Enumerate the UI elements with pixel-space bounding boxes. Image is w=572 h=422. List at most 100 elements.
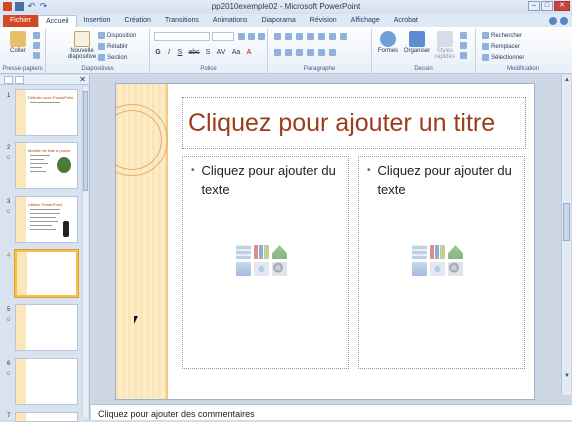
tab-review[interactable]: Révision — [303, 15, 344, 27]
insert-smartart-icon[interactable] — [448, 245, 463, 259]
thumbnail-image-icon — [57, 157, 71, 173]
slide-thumbnail-4[interactable] — [15, 250, 78, 297]
minimize-ribbon-icon[interactable] — [549, 17, 557, 25]
insert-picture-icon[interactable] — [236, 262, 251, 276]
grow-font-icon[interactable] — [238, 33, 245, 40]
paste-button[interactable]: Coller — [6, 31, 30, 54]
insert-clipart-icon[interactable] — [430, 262, 445, 276]
tab-acrobat[interactable]: Acrobat — [387, 15, 425, 27]
select-label: Sélectionner — [491, 54, 525, 61]
format-painter-icon[interactable] — [33, 52, 40, 59]
reset-button[interactable]: Rétablir — [98, 43, 128, 50]
decrease-indent-icon[interactable] — [296, 33, 303, 40]
insert-smartart-icon[interactable] — [272, 245, 287, 259]
animation-star-icon: ✩ — [6, 209, 12, 215]
insert-media-icon[interactable] — [272, 262, 287, 276]
tab-insert[interactable]: Insertion — [77, 15, 118, 27]
tab-home[interactable]: Accueil — [38, 15, 77, 27]
smartart-convert-icon[interactable] — [329, 49, 336, 56]
italic-button[interactable]: I — [165, 49, 173, 56]
font-size-select[interactable] — [212, 32, 234, 41]
find-button[interactable]: Rechercher — [482, 32, 522, 39]
tab-design[interactable]: Création — [117, 15, 157, 27]
align-left-icon[interactable] — [274, 49, 281, 56]
tab-transitions[interactable]: Transitions — [158, 15, 206, 27]
section-button[interactable]: Section — [98, 54, 127, 61]
columns-icon[interactable] — [329, 33, 336, 40]
char-spacing-button[interactable]: AV — [215, 49, 227, 56]
bold-button[interactable]: G — [154, 49, 162, 56]
notes-pane[interactable]: Cliquez pour ajouter des commentaires — [91, 404, 572, 420]
animation-star-icon: ✩ — [6, 155, 12, 161]
maximize-button[interactable]: □ — [541, 1, 553, 11]
new-slide-button[interactable]: Nouvelle diapositive — [62, 31, 102, 60]
text-direction-icon[interactable] — [340, 33, 347, 40]
title-placeholder[interactable]: Cliquez pour ajouter un titre — [182, 97, 526, 149]
slide-thumbnail-7[interactable] — [15, 412, 78, 422]
tab-animations[interactable]: Animations — [206, 15, 255, 27]
slides-pane-scrollbar[interactable] — [82, 87, 88, 417]
copy-icon[interactable] — [33, 42, 40, 49]
select-button[interactable]: Sélectionner — [482, 54, 524, 61]
shape-fill-icon[interactable] — [460, 32, 467, 39]
close-button[interactable]: ✕ — [554, 1, 570, 11]
content-placeholder-text: Cliquez pour ajouter du texte — [377, 163, 512, 197]
insert-content-icons — [412, 245, 468, 276]
line-spacing-icon[interactable] — [318, 33, 325, 40]
arrange-button[interactable]: Organiser — [402, 31, 432, 54]
insert-chart-icon[interactable] — [254, 245, 269, 259]
bullets-icon[interactable] — [274, 33, 281, 40]
group-font: G I S abc S AV Aa A Police — [150, 29, 268, 73]
scroll-down-icon[interactable]: ▼ — [563, 373, 571, 381]
align-right-icon[interactable] — [296, 49, 303, 56]
shape-outline-icon[interactable] — [460, 42, 467, 49]
cut-icon[interactable] — [33, 32, 40, 39]
tab-slideshow[interactable]: Diaporama — [255, 15, 303, 27]
shape-effects-icon[interactable] — [460, 52, 467, 59]
align-center-icon[interactable] — [285, 49, 292, 56]
insert-media-icon[interactable] — [448, 262, 463, 276]
slides-tab[interactable] — [4, 76, 13, 84]
clear-format-icon[interactable] — [258, 33, 265, 40]
shapes-button[interactable]: Formes — [376, 31, 400, 54]
shrink-font-icon[interactable] — [248, 33, 255, 40]
tab-file[interactable]: Fichier — [3, 15, 39, 27]
shapes-label: Formes — [377, 48, 399, 54]
slide-canvas[interactable]: Cliquez pour ajouter un titre • Cliquez … — [115, 83, 535, 400]
layout-button[interactable]: Disposition — [98, 32, 136, 39]
quick-styles-button[interactable]: Styles rapides — [432, 31, 458, 60]
slide-thumbnail-6[interactable] — [15, 358, 78, 405]
underline-button[interactable]: S — [176, 49, 184, 56]
insert-clipart-icon[interactable] — [254, 262, 269, 276]
strikethrough-button[interactable]: abc — [187, 49, 201, 56]
font-color-button[interactable]: A — [245, 49, 253, 56]
numbering-icon[interactable] — [285, 33, 292, 40]
font-name-select[interactable] — [154, 32, 210, 41]
slide-thumbnail-1[interactable]: Débuter avec PowerPoint — [15, 89, 78, 136]
scroll-up-icon[interactable]: ▲ — [563, 77, 571, 85]
insert-chart-icon[interactable] — [430, 245, 445, 259]
slides-pane-scroll-thumb[interactable] — [83, 91, 88, 191]
insert-picture-icon[interactable] — [412, 262, 427, 276]
minimize-button[interactable]: – — [528, 1, 540, 11]
editor-vertical-scrollbar[interactable]: ▲ ▼ — [561, 75, 571, 395]
content-placeholder-left[interactable]: • Cliquez pour ajouter du texte — [182, 156, 349, 369]
insert-table-icon[interactable] — [236, 245, 251, 259]
change-case-button[interactable]: Aa — [230, 49, 242, 56]
justify-icon[interactable] — [307, 49, 314, 56]
slide-thumbnail-3[interactable]: Utiliser PowerPoint — [15, 196, 78, 243]
align-text-icon[interactable] — [318, 49, 325, 56]
outline-tab[interactable] — [15, 76, 24, 84]
increase-indent-icon[interactable] — [307, 33, 314, 40]
shadow-button[interactable]: S — [204, 49, 212, 56]
replace-button[interactable]: Remplacer — [482, 43, 520, 50]
slide-thumbnail-5[interactable] — [15, 304, 78, 351]
group-label-editing: Modification — [506, 66, 539, 72]
insert-table-icon[interactable] — [412, 245, 427, 259]
help-icon[interactable] — [560, 17, 568, 25]
slide-thumbnail-2[interactable]: Modèle de liste à puces — [15, 142, 78, 189]
editor-scroll-thumb[interactable] — [563, 203, 570, 241]
close-pane-icon[interactable]: ✕ — [79, 75, 86, 84]
tab-view[interactable]: Affichage — [344, 15, 387, 27]
content-placeholder-right[interactable]: • Cliquez pour ajouter du texte — [358, 156, 525, 369]
